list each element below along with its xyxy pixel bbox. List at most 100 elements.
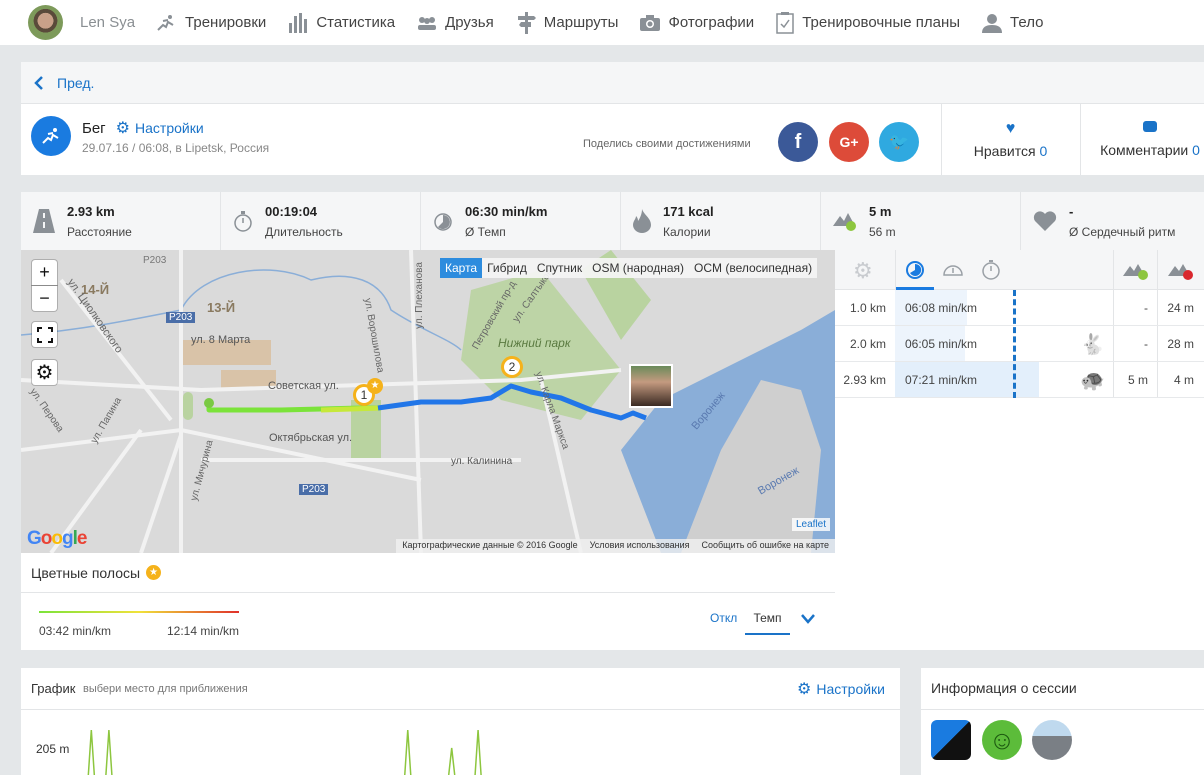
map-label: ул. Калинина [451, 456, 513, 467]
split-row[interactable]: 2.93 km 07:21 min/km 5 m 4 m 🐢 [835, 362, 1204, 398]
signpost-icon [517, 11, 536, 34]
star-icon: ★ [367, 378, 383, 394]
stat-value: - [1069, 203, 1074, 219]
stat-distance: 2.93 km Расстояние [21, 192, 221, 250]
stat-label: 56 m [869, 224, 896, 239]
mood-happy-icon: ☺ [982, 720, 1022, 760]
stopwatch-icon [234, 211, 252, 232]
google-plus-icon: G+ [839, 134, 859, 150]
user-name: Len Sya [80, 14, 136, 31]
split-pace: 06:05 min/km [905, 337, 978, 351]
tab-pace-icon[interactable] [905, 260, 925, 280]
twitter-share-button[interactable]: 🐦 [879, 122, 919, 162]
route-mid-segment [320, 405, 382, 413]
activity-type-icon [31, 116, 71, 156]
leaflet-link[interactable]: Leaflet [792, 518, 831, 531]
avatar[interactable] [28, 5, 63, 40]
map-type-ocm[interactable]: OCM (велосипедная) [689, 258, 817, 278]
chevron-down-icon[interactable] [800, 613, 816, 625]
surface-road-icon [1032, 720, 1072, 760]
marker-label: 1 [360, 388, 368, 402]
stat-label: Длительность [265, 224, 343, 239]
session-info-panel: Информация о сессии ☺ [921, 668, 1204, 775]
tab-time-icon[interactable] [981, 259, 1001, 281]
map-label: ул. 8 Марта [191, 334, 251, 346]
camera-icon [640, 14, 661, 31]
nav-item-plans[interactable]: Тренировочные планы [776, 11, 961, 34]
splits-settings-gear-icon[interactable]: ⚙ [853, 258, 873, 284]
nav-item-friends[interactable]: Друзья [417, 14, 494, 31]
map-type-osm[interactable]: OSM (народная) [587, 258, 689, 278]
color-mode-off[interactable]: Откл [710, 611, 737, 625]
gear-icon: ⚙ [35, 362, 54, 384]
facebook-share-button[interactable]: f [778, 122, 818, 162]
map-type-hybrid[interactable]: Гибрид [482, 258, 532, 278]
zoom-out-button[interactable]: − [32, 286, 57, 311]
map-type-satellite[interactable]: Спутник [532, 258, 587, 278]
elevation-chart[interactable] [21, 710, 900, 775]
graph-panel: График выбери место для приближения ⚙ Нас… [21, 668, 900, 775]
comments-button[interactable]: Комментарии 0 [1080, 104, 1204, 175]
split-pace: 07:21 min/km [905, 373, 978, 387]
graph-settings-link[interactable]: ⚙ Настройки [797, 679, 885, 699]
color-mode-pace[interactable]: Темп [745, 611, 790, 635]
activity-header: Бег ⚙ Настройки 29.07.16 / 06:08, в Lipet… [21, 104, 1204, 175]
split-marker-2[interactable]: 2 [501, 356, 523, 378]
person-icon [982, 13, 1003, 33]
likes-label: Нравится [973, 143, 1036, 159]
report-error-link[interactable]: Сообщить об ошибке на карте [702, 540, 829, 552]
average-pace-line [1013, 290, 1016, 398]
comments-label: Комментарии [1100, 142, 1189, 158]
split-ascent: - [1144, 337, 1148, 351]
road-icon [33, 209, 55, 233]
stat-label: Калории [663, 224, 711, 239]
zoom-in-button[interactable]: + [32, 260, 57, 285]
stat-value: 2.93 km [67, 203, 115, 219]
scale-min: 03:42 min/km [39, 624, 112, 638]
nav-label: Друзья [445, 14, 494, 31]
nav-label: Тренировочные планы [802, 14, 961, 31]
split-ascent: - [1144, 301, 1148, 315]
nav-item-routes[interactable]: Маршруты [516, 11, 618, 34]
nav-user[interactable]: Len Sya [80, 14, 135, 31]
like-button[interactable]: ♥ Нравится 0 [941, 104, 1080, 175]
stat-pace: 06:30 min/km Ø Темп [421, 192, 621, 250]
end-photo-marker[interactable] [629, 364, 673, 408]
comment-icon [1143, 121, 1157, 132]
split-row[interactable]: 2.0 km 06:05 min/km - 28 m 🐇 [835, 326, 1204, 362]
likes-count: 0 [1039, 143, 1048, 159]
nav-item-photos[interactable]: Фотографии [640, 14, 754, 31]
map-label: Советская ул. [268, 380, 339, 392]
activity-settings-link[interactable]: ⚙ Настройки [116, 118, 204, 138]
terms-link[interactable]: Условия использования [590, 540, 690, 552]
split-descent: 4 m [1173, 373, 1194, 387]
nav-item-body[interactable]: Тело [982, 13, 1043, 33]
bar-chart-icon [289, 12, 308, 33]
split-ascent: 5 m [1127, 373, 1148, 387]
stat-label: Ø Сердечный ритм [1069, 224, 1176, 239]
nav-item-statistics[interactable]: Статистика [288, 12, 396, 33]
park [183, 392, 193, 420]
tab-speed-icon[interactable] [942, 260, 964, 278]
stat-value: 06:30 min/km [465, 203, 548, 219]
route-map[interactable]: 14-Й 13-Й P203 P203 P203 ул. Циолковског… [21, 250, 835, 553]
map-label: ул. Плеханова [413, 262, 425, 329]
elevation-peak [447, 747, 456, 775]
road-shield: P203 [299, 484, 329, 495]
split-descent: 28 m [1167, 337, 1194, 351]
split-row[interactable]: 1.0 km 06:08 min/km - 24 m [835, 290, 1204, 326]
heart-icon: ♥ [1005, 120, 1016, 137]
nav-item-workouts[interactable]: Тренировки [155, 14, 266, 32]
road-shield: P203 [166, 312, 196, 323]
split-descent: 24 m [1167, 301, 1194, 315]
prev-link[interactable]: Пред. [21, 62, 1204, 104]
nav-label: Статистика [316, 14, 396, 31]
map-settings-button[interactable]: ⚙ [32, 360, 57, 385]
split-pace: 06:08 min/km [905, 301, 978, 315]
map-type-map[interactable]: Карта [440, 258, 483, 278]
elevation-peak [474, 729, 482, 775]
fullscreen-button[interactable] [32, 322, 57, 347]
color-bars-panel: Цветные полосы ★ 03:42 min/km 12:14 min/… [21, 553, 835, 650]
google-share-button[interactable]: G+ [829, 122, 869, 162]
split-distance: 2.93 km [843, 373, 886, 387]
